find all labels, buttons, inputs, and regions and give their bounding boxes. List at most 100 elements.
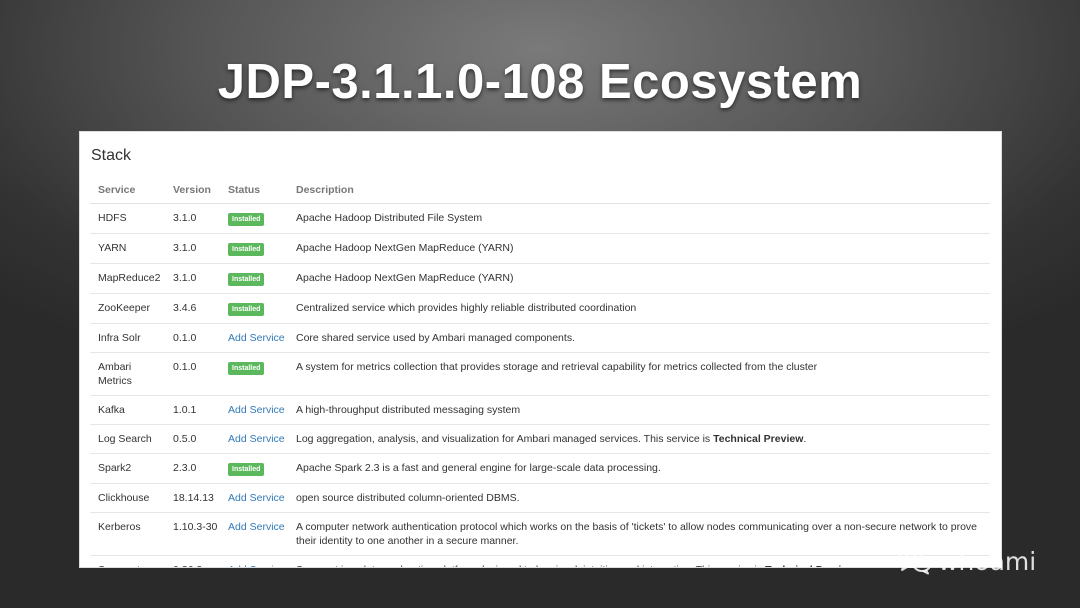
installed-badge: Installed [228,273,265,286]
description-text: Apache Spark 2.3 is a fast and general e… [296,462,661,474]
service-name: Kafka [90,395,165,425]
service-version: 3.1.0 [165,203,220,234]
service-name: MapReduce2 [90,263,165,294]
service-status: Installed [220,453,288,484]
service-status: Add Service [220,512,288,556]
technical-preview-label: Technical Preview [713,433,804,445]
description-text: Apache Hadoop Distributed File System [296,212,483,224]
installed-badge: Installed [228,243,265,256]
stack-panel: Stack Service Version Status Description… [79,131,1002,568]
service-description: Apache Hadoop Distributed File System [288,203,990,234]
description-text: Log aggregation, analysis, and visualiza… [296,433,714,445]
service-description: Superset is a data exploration platform … [288,555,990,567]
description-text: A computer network authentication protoc… [296,521,978,547]
service-description: Apache Spark 2.3 is a fast and general e… [288,453,990,484]
description-text: Apache Hadoop NextGen MapReduce (YARN) [296,272,514,284]
table-row: Kerberos 1.10.3-30 Add Service A computer n… [90,512,990,556]
technical-preview-label: Technical Preview [765,564,855,567]
table-row: ZooKeeper 3.4.6 Installed Centralized servi… [90,293,990,324]
add-service-link[interactable]: Add Service [228,492,285,504]
service-version: 0.1.0 [165,323,220,353]
service-status: Installed [220,203,288,234]
table-body: HDFS 3.1.0 Installed Apache Hadoop Distribu… [90,203,990,567]
installed-badge: Installed [228,303,265,316]
installed-badge: Installed [228,362,265,375]
service-version: 0.5.0 [165,424,220,454]
description-tail: . [803,433,807,445]
service-description: Log aggregation, analysis, and visualiza… [288,424,990,454]
service-status: Installed [220,352,288,396]
service-description: Apache Hadoop NextGen MapReduce (YARN) [288,233,990,264]
table-row: Superset0.26.3 Add Service Superset is a d… [90,555,990,567]
service-description: A high-throughput distributed messaging … [288,395,990,425]
service-status: Add Service [220,395,288,425]
table-header-row: Service Version Status Description [90,177,990,204]
column-header-version: Version [165,177,220,204]
service-version: 3.4.6 [165,293,220,324]
description-text: Apache Hadoop NextGen MapReduce (YARN) [296,242,514,254]
installed-badge: Installed [228,463,265,476]
description-text: A system for metrics collection that pro… [296,361,818,373]
description-text: Superset is a data exploration platform … [296,564,765,567]
service-status: Installed [220,293,288,324]
service-name: YARN [90,233,165,264]
table-row: Infra Solr 0.1.0 Add Service Core shared se… [90,323,990,353]
table-row: Kafka 1.0.1 Add Service A high-throughput d… [90,395,990,425]
service-version: 3.1.0 [165,233,220,264]
table-row: Log Search 0.5.0 Add Service Log aggregatio… [90,424,990,454]
service-version: 1.0.1 [165,395,220,425]
installed-badge: Installed [228,213,265,226]
service-status: Add Service [220,323,288,353]
stack-table: Service Version Status Description HDFS 3… [90,177,990,567]
table-row: Spark2 2.3.0 Installed Apache Spark 2.3 is … [90,453,990,484]
description-text: open source distributed column-oriented … [296,492,520,504]
add-service-link[interactable]: Add Service [228,564,285,567]
description-tail: . [855,564,858,567]
service-status: Installed [220,263,288,294]
service-version: 18.14.13 [165,483,220,513]
description-text: Core shared service used by Ambari manag… [296,332,575,344]
service-version: 3.1.0 [165,263,220,294]
service-description: A computer network authentication protoc… [288,512,990,556]
service-description: Core shared service used by Ambari manag… [288,323,990,353]
service-version: 2.3.0 [165,453,220,484]
table-row: Clickhouse 18.14.13 Add Service open source… [90,483,990,513]
add-service-link[interactable]: Add Service [228,521,285,533]
service-description: Centralized service which provides highl… [288,293,990,324]
wechat-icon [899,548,932,575]
service-status: Add Service [220,483,288,513]
service-description: open source distributed column-oriented … [288,483,990,513]
service-status: Installed [220,233,288,264]
add-service-link[interactable]: Add Service [228,332,285,344]
service-name: Clickhouse [90,483,165,513]
service-name: Ambari Metrics [90,352,165,396]
service-version: 0.26.3 [165,555,220,567]
slide-title: JDP-3.1.1.0-108 Ecosystem [217,55,863,109]
watermark-text: whoami [938,546,1037,576]
service-description: A system for metrics collection that pro… [288,352,990,396]
service-name: Log Search [90,424,165,454]
service-name: Kerberos [90,512,165,556]
service-name: HDFS [90,203,165,234]
panel-heading: Stack [91,147,132,164]
service-version: 0.1.0 [165,352,220,396]
column-header-description: Description [288,177,990,204]
service-status: Add Service [220,555,288,567]
column-header-service: Service [90,177,165,204]
table-row: MapReduce2 3.1.0 Installed Apache Hadoop Ne… [90,263,990,294]
add-service-link[interactable]: Add Service [228,433,285,445]
service-description: Apache Hadoop NextGen MapReduce (YARN) [288,263,990,294]
service-version: 1.10.3-30 [165,512,220,556]
add-service-link[interactable]: Add Service [228,404,285,416]
service-name: Infra Solr [90,323,165,353]
service-name: Superset [90,555,165,567]
column-header-status: Status [220,177,288,204]
table-row: HDFS 3.1.0 Installed Apache Hadoop Distribu… [90,203,990,234]
table-row: YARN 3.1.0 Installed Apache Hadoop NextGen … [90,233,990,264]
description-text: A high-throughput distributed messaging … [296,404,521,416]
service-status: Add Service [220,424,288,454]
service-name: ZooKeeper [90,293,165,324]
description-text: Centralized service which provides highl… [296,302,637,314]
table-row: Ambari Metrics 0.1.0 Installed A system for… [90,352,990,396]
service-name: Spark2 [90,453,165,484]
